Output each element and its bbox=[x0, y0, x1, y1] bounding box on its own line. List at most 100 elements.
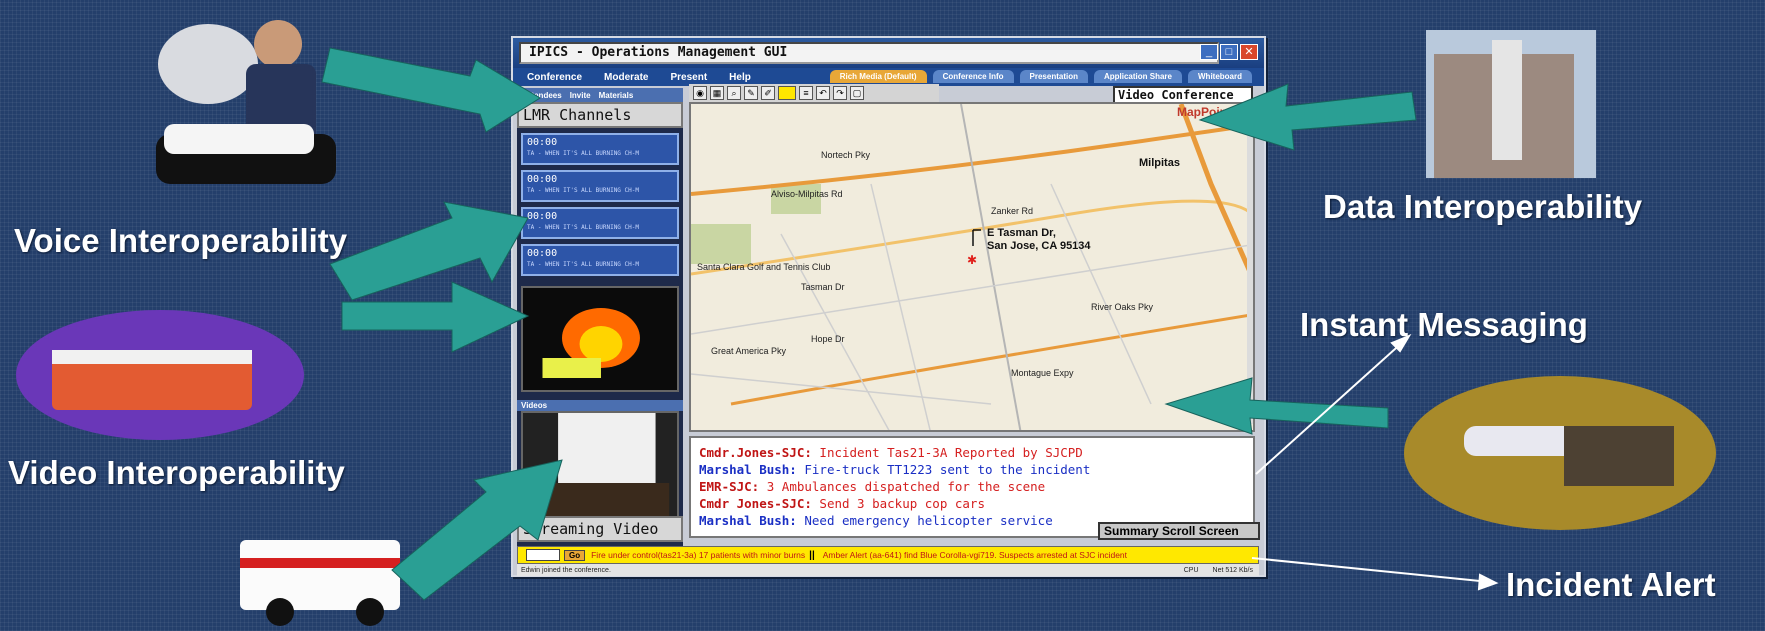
alert-pointer-head bbox=[1477, 573, 1499, 591]
map-street-label: Great America Pky bbox=[711, 346, 787, 356]
channel-status: TA - WHEN IT'S ALL BURNING CH-M bbox=[527, 187, 639, 194]
pencil-icon[interactable]: ✐ bbox=[761, 86, 775, 100]
tab-application-share[interactable]: Application Share bbox=[1093, 70, 1182, 83]
chat-sender: Cmdr Jones-SJC: bbox=[699, 496, 812, 511]
data-interop-label: Data Interoperability bbox=[1323, 188, 1643, 225]
voice-arrow bbox=[329, 201, 529, 301]
chat-message: Incident Tas21-3A Reported by SJCPD bbox=[819, 445, 1083, 460]
grid-icon[interactable]: ▦ bbox=[710, 86, 724, 100]
channel-status: TA - WHEN IT'S ALL BURNING CH-M bbox=[527, 150, 639, 157]
menu-moderate[interactable]: Moderate bbox=[604, 72, 648, 83]
voice-interop-label: Voice Interoperability bbox=[14, 222, 348, 259]
chat-line: Cmdr Jones-SJC: Send 3 backup cop cars bbox=[699, 495, 1245, 512]
chat-sender: Marshal Bush: bbox=[699, 462, 797, 477]
ipics-window: IPICS - Operations Management GUI _ □ ✕ … bbox=[511, 36, 1266, 577]
chat-sender: EMR-SJC: bbox=[699, 479, 760, 494]
tab-rich-media[interactable]: Rich Media (Default) bbox=[829, 70, 927, 83]
pen-icon[interactable]: ✎ bbox=[744, 86, 758, 100]
lmr-channel[interactable]: 00:00 TA - WHEN IT'S ALL BURNING CH-M bbox=[521, 170, 679, 202]
menu-present[interactable]: Present bbox=[670, 72, 707, 83]
map-street-label: Hope Dr bbox=[811, 334, 845, 344]
cpu-indicator: CPU bbox=[1183, 566, 1199, 574]
line-width-icon[interactable]: ≡ bbox=[799, 86, 813, 100]
minimize-icon[interactable]: _ bbox=[1200, 44, 1218, 60]
undo-icon[interactable]: ↶ bbox=[816, 86, 830, 100]
tab-whiteboard[interactable]: Whiteboard bbox=[1188, 70, 1252, 83]
video-interop-label: Video Interoperability bbox=[8, 454, 345, 491]
fire-video-feed[interactable] bbox=[521, 286, 679, 392]
maximize-icon[interactable]: □ bbox=[1220, 44, 1238, 60]
instant-messaging-label: Instant Messaging bbox=[1300, 306, 1588, 343]
channel-time: 00:00 bbox=[527, 137, 558, 148]
subtab-materials[interactable]: Materials bbox=[599, 91, 634, 100]
close-icon[interactable]: ✕ bbox=[1240, 44, 1258, 60]
channel-status: TA - WHEN IT'S ALL BURNING CH-M bbox=[527, 224, 639, 231]
incident-map[interactable]: Nortech Pky Alviso-Milpitas Rd Milpitas … bbox=[689, 102, 1255, 432]
globe-icon[interactable]: ◉ bbox=[693, 86, 707, 100]
chat-line: EMR-SJC: 3 Ambulances dispatched for the… bbox=[699, 478, 1245, 495]
map-street-label: Montague Expy bbox=[1011, 368, 1074, 378]
highlight-color-icon[interactable] bbox=[778, 86, 796, 100]
subtab-attendees[interactable]: Attendees bbox=[523, 91, 562, 100]
subtab-invite[interactable]: Invite bbox=[570, 91, 591, 100]
chat-line: Marshal Bush: Fire-truck TT1223 sent to … bbox=[699, 461, 1245, 478]
map-address-line2: San Jose, CA 95134 bbox=[987, 240, 1091, 252]
map-address-line1: E Tasman Dr, bbox=[987, 227, 1056, 239]
lmr-channel[interactable]: 00:00 TA - WHEN IT'S ALL BURNING CH-M bbox=[521, 207, 679, 239]
incident-alert-label: Incident Alert bbox=[1506, 566, 1716, 603]
voice-arrow bbox=[321, 47, 541, 133]
chat-sender: Marshal Bush: bbox=[699, 513, 797, 528]
ticker-input[interactable] bbox=[526, 549, 560, 561]
window-title: IPICS - Operations Management GUI bbox=[519, 42, 1219, 64]
ticker-message: Amber Alert (aa-641) find Blue Corolla-v… bbox=[822, 550, 1128, 560]
redo-icon[interactable]: ↷ bbox=[833, 86, 847, 100]
left-panel: Attendees Invite Materials LMR Channels … bbox=[517, 88, 683, 556]
chat-message: Need emergency helicopter service bbox=[804, 513, 1053, 528]
map-street-label: River Oaks Pky bbox=[1091, 302, 1154, 312]
fire-truck-photo bbox=[16, 310, 304, 440]
lmr-channel[interactable]: 00:00 TA - WHEN IT'S ALL BURNING CH-M bbox=[521, 244, 679, 276]
title-bar: IPICS - Operations Management GUI _ □ ✕ bbox=[513, 38, 1264, 68]
alert-ticker: Go Fire under control(tas21-3a) 17 patie… bbox=[517, 546, 1259, 564]
summary-scroll-screen-label: Summary Scroll Screen bbox=[1098, 522, 1260, 540]
chat-message: Fire-truck TT1223 sent to the incident bbox=[804, 462, 1091, 477]
ambulance-photo bbox=[230, 510, 440, 630]
videos-label: Videos bbox=[517, 400, 683, 411]
map-street-label: Tasman Dr bbox=[801, 282, 845, 292]
map-street-label: Alviso-Milpitas Rd bbox=[771, 189, 843, 199]
im-pointer-line bbox=[1255, 339, 1406, 475]
alert-pointer-line bbox=[1251, 557, 1491, 583]
channel-time: 00:00 bbox=[527, 248, 558, 259]
lmr-channels-title: LMR Channels bbox=[517, 102, 683, 128]
incident-marker-icon[interactable]: ✱ bbox=[967, 253, 977, 267]
status-message: Edwin joined the conference. bbox=[521, 566, 611, 574]
police-officer-photo bbox=[148, 4, 348, 194]
tab-conference-info[interactable]: Conference Info bbox=[932, 70, 1014, 83]
chat-line: Cmdr.Jones-SJC: Incident Tas21-3A Report… bbox=[699, 444, 1245, 461]
chat-sender: Cmdr.Jones-SJC: bbox=[699, 445, 812, 460]
streaming-video-title: Streaming Video bbox=[517, 516, 683, 542]
video-arrow bbox=[341, 281, 530, 353]
channel-time: 00:00 bbox=[527, 174, 558, 185]
tab-strip: Rich Media (Default) Conference Info Pre… bbox=[829, 70, 1252, 83]
status-bar: Edwin joined the conference. CPU Net 512… bbox=[517, 564, 1259, 576]
document-icon[interactable]: ▢ bbox=[850, 86, 864, 100]
ticker-separator: || bbox=[809, 549, 815, 561]
net-indicator: Net 512 Kb/s bbox=[1212, 566, 1253, 574]
map-street-label: Zanker Rd bbox=[991, 206, 1033, 216]
map-street-label: Nortech Pky bbox=[821, 150, 871, 160]
aircraft-crash-photo bbox=[1404, 376, 1716, 530]
chat-message: 3 Ambulances dispatched for the scene bbox=[766, 479, 1046, 494]
channel-status: TA - WHEN IT'S ALL BURNING CH-M bbox=[527, 261, 639, 268]
zoom-icon[interactable]: ⌕ bbox=[727, 86, 741, 100]
lmr-channel[interactable]: 00:00 TA - WHEN IT'S ALL BURNING CH-M bbox=[521, 133, 679, 165]
ticker-message: Fire under control(tas21-3a) 17 patients… bbox=[591, 550, 806, 560]
channel-time: 00:00 bbox=[527, 211, 558, 222]
menu-conference[interactable]: Conference bbox=[527, 72, 582, 83]
tab-presentation[interactable]: Presentation bbox=[1019, 70, 1088, 83]
chat-message: Send 3 backup cop cars bbox=[819, 496, 985, 511]
ticker-go-button[interactable]: Go bbox=[564, 549, 586, 561]
bank-building-photo bbox=[1426, 30, 1596, 178]
map-city-label: Milpitas bbox=[1139, 157, 1180, 169]
menu-help[interactable]: Help bbox=[729, 72, 751, 83]
